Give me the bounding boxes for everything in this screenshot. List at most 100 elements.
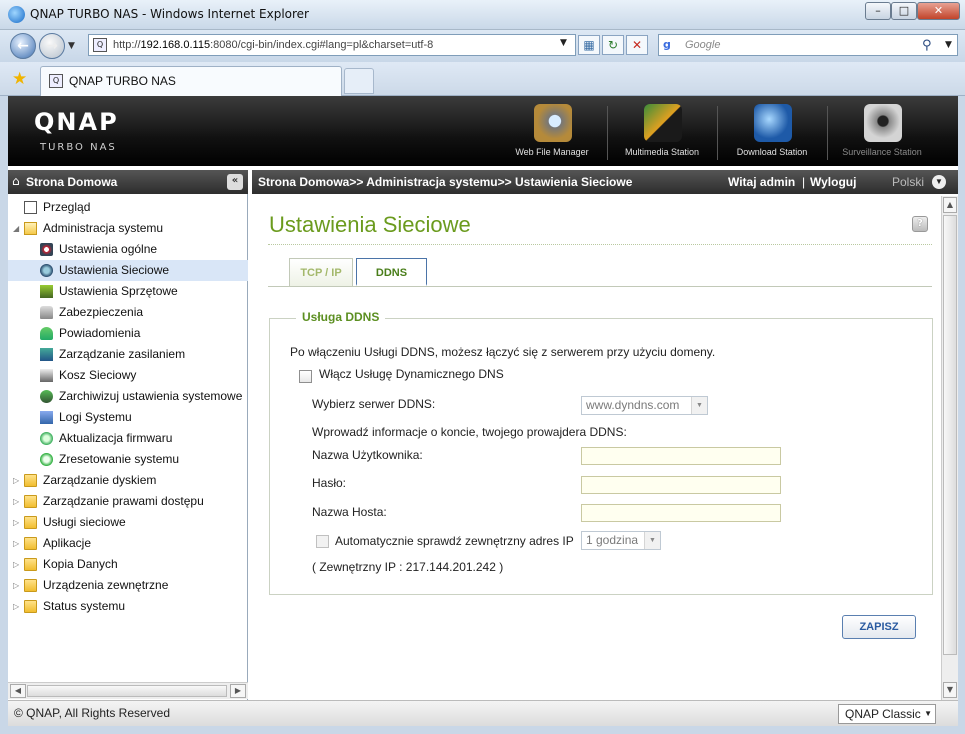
close-window-button[interactable]: ✕ — [917, 2, 960, 20]
username-field[interactable] — [581, 447, 781, 465]
language-label[interactable]: Polski — [892, 170, 924, 194]
url-path: :8080/cgi-bin/index.cgi#lang=pl&charset=… — [210, 39, 434, 51]
back-button[interactable]: ← — [10, 33, 36, 59]
qnap-subtitle: TURBO NAS — [40, 142, 117, 153]
theme-select[interactable]: QNAP Classic ▼ — [838, 704, 936, 724]
search-button[interactable]: ⚲ — [922, 38, 932, 53]
scroll-left-arrow-icon[interactable]: ◀ — [10, 684, 26, 698]
scroll-right-arrow-icon[interactable]: ▶ — [230, 684, 246, 698]
minimize-button[interactable]: – — [865, 2, 891, 20]
new-tab-button[interactable] — [344, 68, 374, 94]
enable-ddns-label[interactable]: Włącz Usługę Dynamicznego DNS — [319, 367, 504, 381]
language-dropdown-icon[interactable]: ▼ — [932, 175, 946, 189]
forward-button[interactable]: → — [39, 33, 65, 59]
ddns-server-label: Wybierz serwer DDNS: — [312, 397, 436, 411]
sidebar-item-ustawienia-ogolne[interactable]: Ustawienia ogólne — [8, 239, 248, 260]
refresh-button[interactable]: ↻ — [602, 35, 624, 55]
app-label: Multimedia Station — [624, 147, 700, 157]
sidebar-item-status-systemu[interactable]: ▷ Status systemu — [8, 596, 248, 617]
expand-triangle-icon[interactable]: ▷ — [13, 491, 19, 512]
maximize-button[interactable]: □ — [891, 2, 917, 20]
reset-icon — [40, 453, 53, 466]
sidebar-item-aktualizacja-firmwaru[interactable]: Aktualizacja firmwaru — [8, 428, 248, 449]
expand-triangle-icon[interactable]: ▷ — [13, 596, 19, 617]
enable-ddns-checkbox[interactable] — [299, 370, 312, 383]
ddns-server-select[interactable]: www.dyndns.com ▼ — [581, 396, 708, 415]
scroll-down-arrow-icon[interactable]: ▼ — [943, 682, 957, 698]
back-arrow-icon: ← — [17, 38, 29, 54]
scrollbar-thumb[interactable] — [943, 215, 957, 655]
sidebar-item-zarzadzanie-prawami[interactable]: ▷ Zarządzanie prawami dostępu — [8, 491, 248, 512]
compatibility-view-button[interactable]: ▦ — [578, 35, 600, 55]
help-icon[interactable]: ? — [912, 216, 928, 232]
sidebar-item-przeglad[interactable]: Przegląd — [8, 197, 248, 218]
web-file-manager-link[interactable]: Web File Manager — [498, 100, 606, 164]
tab-tcp-ip[interactable]: TCP / IP — [289, 258, 353, 286]
sidebar-item-ustawienia-sieciowe[interactable]: Ustawienia Sieciowe — [8, 260, 248, 281]
breadcrumb[interactable]: Strona Domowa>> Administracja systemu>> … — [258, 170, 632, 194]
app-label: Download Station — [736, 147, 808, 157]
auto-check-ip-checkbox[interactable] — [316, 535, 329, 548]
multimedia-station-link[interactable]: Multimedia Station — [608, 100, 716, 164]
password-field[interactable] — [581, 476, 781, 494]
sidebar-header[interactable]: Strona Domowa — [8, 170, 248, 194]
tab-ddns[interactable]: DDNS — [356, 258, 427, 286]
firmware-update-icon — [40, 432, 53, 445]
hostname-label: Nazwa Hosta: — [312, 505, 387, 519]
download-station-link[interactable]: Download Station — [718, 100, 826, 164]
sidebar-item-administracja-systemu[interactable]: ◢ Administracja systemu — [8, 218, 248, 239]
google-icon: g — [663, 38, 671, 51]
expand-triangle-icon[interactable]: ▷ — [13, 533, 19, 554]
fieldset-legend: Usługa DDNS — [296, 310, 386, 324]
url-prefix: http:// — [113, 39, 141, 51]
recent-pages-dropdown[interactable]: ▼ — [68, 41, 75, 51]
internet-explorer-icon — [8, 6, 25, 23]
sidebar-item-kopia-danych[interactable]: ▷ Kopia Danych — [8, 554, 248, 575]
sidebar-item-zabezpieczenia[interactable]: Zabezpieczenia — [8, 302, 248, 323]
sidebar-item-label: Aktualizacja firmwaru — [59, 431, 173, 445]
sidebar-item-zarzadzanie-zasilaniem[interactable]: Zarządzanie zasilaniem — [8, 344, 248, 365]
sidebar-horizontal-scrollbar[interactable]: ◀ ▶ — [8, 682, 248, 699]
favorites-star-icon[interactable]: ★ — [12, 69, 27, 89]
sidebar-item-zarchiwizuj-ustawienia[interactable]: Zarchiwizuj ustawienia systemowe — [8, 386, 248, 407]
sidebar-item-logi-systemu[interactable]: Logi Systemu — [8, 407, 248, 428]
sidebar-item-zarzadzanie-dyskiem[interactable]: ▷ Zarządzanie dyskiem — [8, 470, 248, 491]
save-button[interactable]: ZAPISZ — [842, 615, 916, 639]
sidebar-item-urzadzenia-zewnetrzne[interactable]: ▷ Urządzenia zewnętrzne — [8, 575, 248, 596]
sidebar-item-ustawienia-sprzetowe[interactable]: Ustawienia Sprzętowe — [8, 281, 248, 302]
chevron-down-icon: ▼ — [644, 532, 660, 549]
collapse-triangle-icon[interactable]: ◢ — [13, 218, 19, 239]
sidebar-item-label: Logi Systemu — [59, 410, 132, 424]
breadcrumb-bar: Strona Domowa>> Administracja systemu>> … — [252, 170, 958, 194]
browser-tab[interactable]: Q QNAP TURBO NAS — [40, 66, 342, 96]
surveillance-station-link[interactable]: Surveillance Station — [828, 100, 936, 164]
check-interval-select[interactable]: 1 godzina ▼ — [581, 531, 661, 550]
sidebar-item-powiadomienia[interactable]: Powiadomienia — [8, 323, 248, 344]
collapse-sidebar-button[interactable]: « — [227, 174, 243, 190]
hostname-field[interactable] — [581, 504, 781, 522]
scroll-up-arrow-icon[interactable]: ▲ — [943, 197, 957, 213]
sidebar-item-zresetowanie-systemu[interactable]: Zresetowanie systemu — [8, 449, 248, 470]
address-dropdown-arrow[interactable]: ▼ — [560, 38, 567, 48]
expand-triangle-icon[interactable]: ▷ — [13, 512, 19, 533]
copyright-text: © QNAP, All Rights Reserved — [14, 706, 171, 720]
sidebar-item-uslugi-sieciowe[interactable]: ▷ Usługi sieciowe — [8, 512, 248, 533]
auto-check-ip-label[interactable]: Automatycznie sprawdź zewnętrzny adres I… — [335, 534, 574, 548]
expand-triangle-icon[interactable]: ▷ — [13, 575, 19, 596]
stop-button[interactable]: ✕ — [626, 35, 648, 55]
folder-icon — [24, 537, 37, 550]
expand-triangle-icon[interactable]: ▷ — [13, 470, 19, 491]
expand-triangle-icon[interactable]: ▷ — [13, 554, 19, 575]
scrollbar-thumb[interactable] — [27, 685, 227, 697]
address-input[interactable]: http://192.168.0.115:8080/cgi-bin/index.… — [88, 34, 576, 56]
search-options-dropdown[interactable]: ▼ — [945, 40, 952, 50]
main-vertical-scrollbar[interactable]: ▲ ▼ — [941, 196, 958, 700]
qnap-banner: QNAP TURBO NAS Web File Manager Multimed… — [8, 96, 958, 166]
logout-link[interactable]: Wyloguj — [810, 170, 856, 194]
search-input[interactable]: Google — [658, 34, 958, 56]
app-label: Web File Manager — [515, 147, 589, 157]
sidebar-item-kosz-sieciowy[interactable]: Kosz Sieciowy — [8, 365, 248, 386]
sidebar-item-label: Administracja systemu — [43, 221, 164, 235]
sidebar-item-label: Kopia Danych — [43, 557, 118, 571]
sidebar-item-aplikacje[interactable]: ▷ Aplikacje — [8, 533, 248, 554]
